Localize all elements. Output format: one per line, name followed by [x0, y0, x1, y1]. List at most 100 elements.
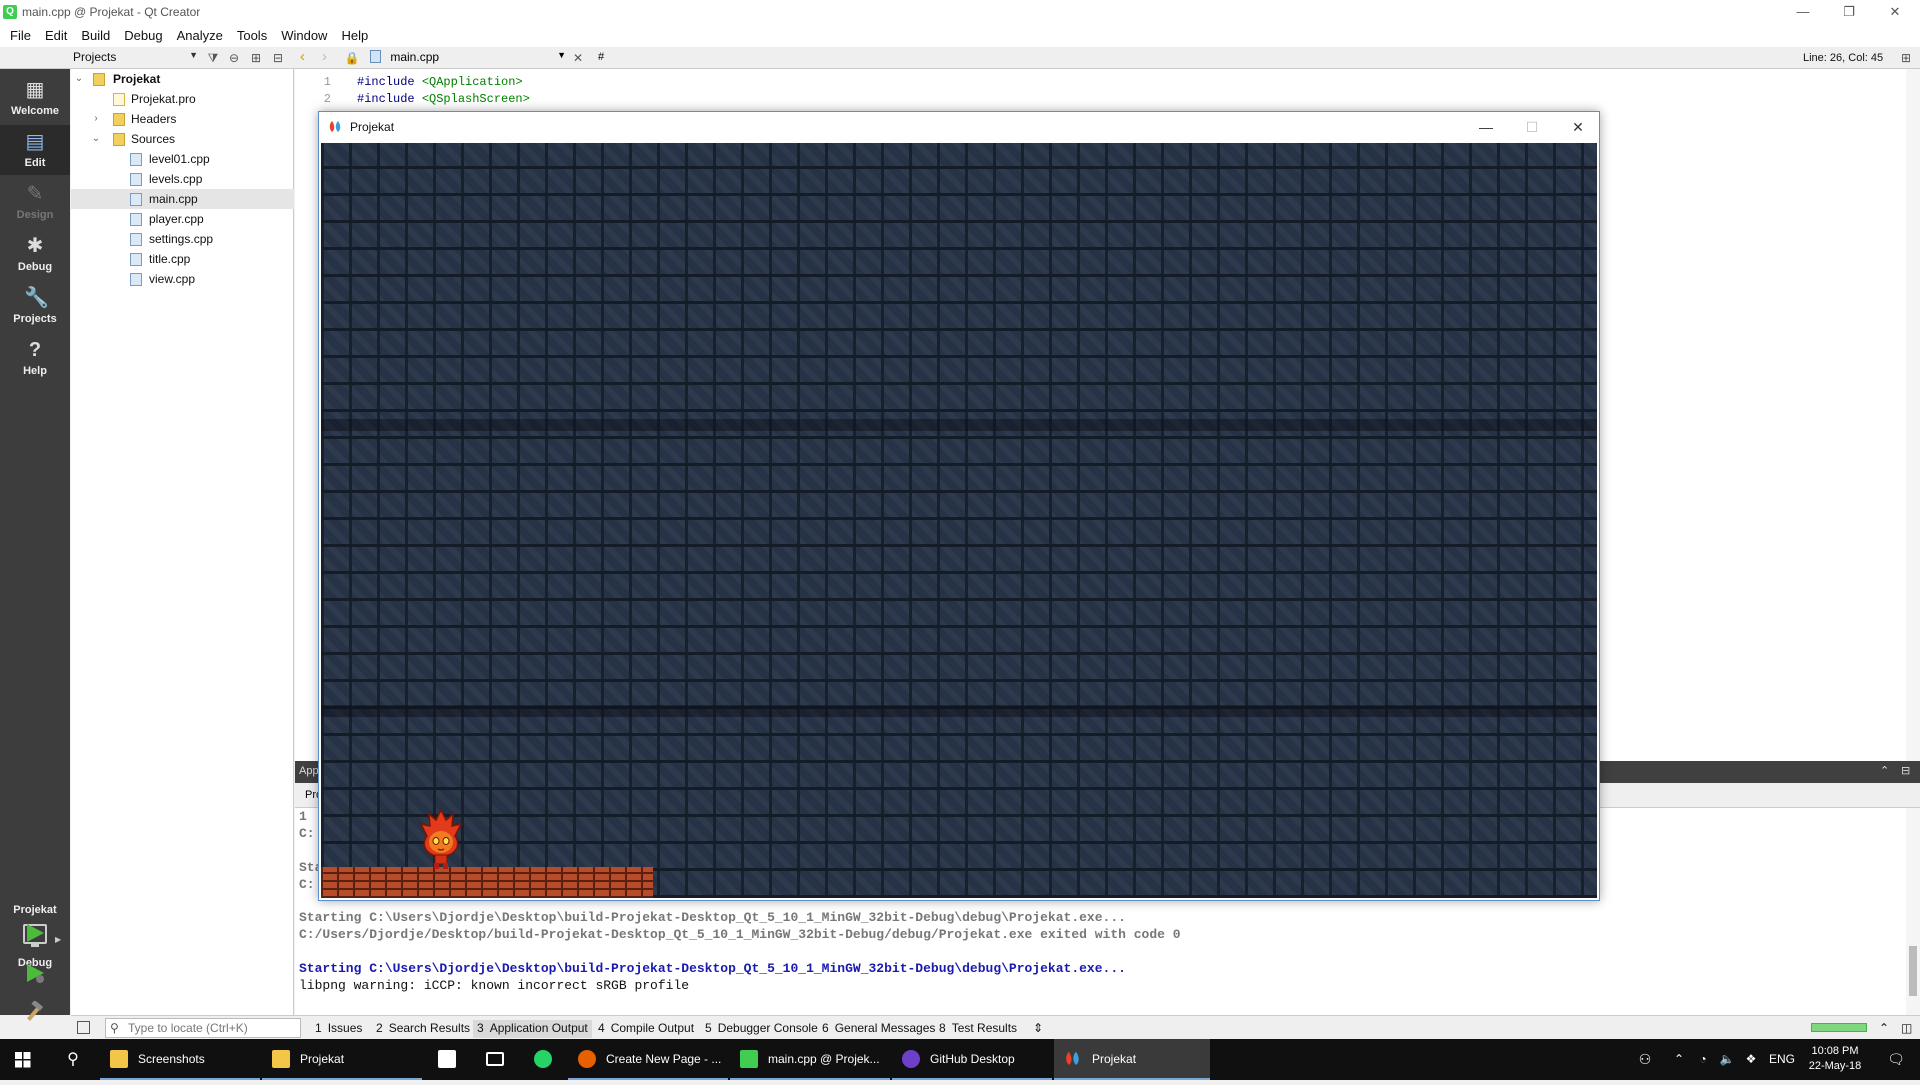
tree-project-root[interactable]: ⌄ Projekat [71, 69, 294, 89]
tree-headers-folder[interactable]: › Headers [71, 109, 294, 129]
expand-up-icon[interactable]: ⌃ [1875, 1020, 1893, 1038]
menu-window[interactable]: Window [274, 28, 334, 43]
menu-debug[interactable]: Debug [117, 28, 169, 43]
taskbar-qt-creator[interactable]: main.cpp @ Projek... [730, 1039, 890, 1080]
game-canvas[interactable] [321, 143, 1597, 898]
search-icon[interactable]: ⚲ [50, 1039, 96, 1080]
symbol-combo[interactable]: # [598, 51, 604, 63]
maximize-button[interactable]: ❐ [1826, 0, 1872, 23]
game-maximize-button[interactable]: ☐ [1509, 112, 1555, 142]
taskbar-projekat-game[interactable]: Projekat [1054, 1039, 1210, 1080]
tab-issues[interactable]: 1 Issues [311, 1020, 366, 1038]
project-icon [93, 73, 105, 86]
action-center-icon[interactable]: 🗨 [1876, 1039, 1916, 1080]
dropbox-icon[interactable]: ❖ [1740, 1039, 1762, 1080]
mode-projects[interactable]: 🔧 Projects [0, 281, 70, 331]
build-button[interactable] [24, 999, 46, 1023]
tree-label: title.cpp [149, 252, 191, 266]
tree-file-player[interactable]: player.cpp [71, 209, 294, 229]
game-app-icon [329, 121, 341, 132]
tree-pro-file[interactable]: Projekat.pro [71, 89, 294, 109]
toggle-right-sidebar-icon[interactable]: ◫ [1897, 1020, 1916, 1038]
back-arrow-icon[interactable]: ‹ [300, 49, 305, 65]
collapsed-chevron-icon[interactable]: › [91, 109, 101, 129]
mode-debug[interactable]: ✱ Debug [0, 229, 70, 279]
filter-icon[interactable]: ⧩ [205, 50, 221, 66]
locator-input[interactable]: ⚲ Type to locate (Ctrl+K) [105, 1018, 301, 1038]
game-close-button[interactable]: ✕ [1555, 112, 1601, 142]
mode-help[interactable]: ? Help [0, 333, 70, 383]
tree-file-levels[interactable]: levels.cpp [71, 169, 294, 189]
menu-build[interactable]: Build [74, 28, 117, 43]
run-button[interactable] [24, 922, 46, 944]
tab-label: Search Results [388, 1021, 471, 1035]
tree-file-view[interactable]: view.cpp [71, 269, 294, 289]
mode-welcome[interactable]: ▦ Welcome [0, 73, 70, 123]
tab-label: Issues [327, 1021, 363, 1035]
taskbar-projekat-folder[interactable]: Projekat [262, 1039, 422, 1080]
github-icon [902, 1050, 920, 1068]
scroll-thumb[interactable] [1909, 946, 1917, 996]
tab-number: 8 [939, 1021, 946, 1035]
close-pane-icon[interactable]: ⊟ [1901, 764, 1910, 777]
tree-sources-folder[interactable]: ⌄ Sources [71, 129, 294, 149]
tab-test-results[interactable]: 8 Test Results [935, 1020, 1021, 1038]
open-documents-combo[interactable]: main.cpp ▼ [370, 50, 566, 66]
start-button[interactable] [0, 1039, 46, 1080]
people-icon[interactable]: ⚇ [1630, 1039, 1660, 1080]
editor-scrollbar[interactable] [1906, 69, 1920, 761]
menu-analyze[interactable]: Analyze [170, 28, 230, 43]
expanded-chevron-icon[interactable]: ⌄ [91, 129, 101, 149]
debug-run-button[interactable] [24, 962, 46, 984]
mode-edit[interactable]: ▤ Edit [0, 125, 70, 175]
mode-design[interactable]: ✎ Design [0, 177, 70, 227]
tab-number: 1 [315, 1021, 322, 1035]
volume-icon[interactable]: 🔈 [1716, 1039, 1738, 1080]
tab-compile-output[interactable]: 4 Compile Output [594, 1020, 698, 1038]
language-indicator[interactable]: ENG [1764, 1039, 1800, 1080]
game-window[interactable]: Projekat — ☐ ✕ [318, 111, 1600, 901]
taskbar-store[interactable] [424, 1039, 470, 1080]
taskbar-github-desktop[interactable]: GitHub Desktop [892, 1039, 1052, 1080]
link-icon[interactable]: ⊖ [226, 50, 242, 66]
maximize-pane-icon[interactable]: ⌃ [1880, 764, 1889, 777]
grid-icon: ▦ [25, 79, 45, 101]
output-scrollbar[interactable] [1906, 808, 1920, 1015]
tab-search-results[interactable]: 2 Search Results [372, 1020, 474, 1038]
show-hidden-icons-chevron[interactable]: ⌃ [1668, 1039, 1690, 1080]
taskbar-screenshots[interactable]: Screenshots [100, 1039, 260, 1080]
toggle-sidebar-icon[interactable] [77, 1021, 90, 1034]
close-button[interactable]: ✕ [1872, 0, 1918, 23]
game-minimize-button[interactable]: — [1463, 112, 1509, 142]
menu-tools[interactable]: Tools [230, 28, 274, 43]
game-window-title: Projekat [350, 120, 395, 134]
menu-file[interactable]: File [3, 28, 38, 43]
taskbar-whatsapp[interactable] [520, 1039, 566, 1080]
split-icon[interactable]: ⊞ [248, 50, 264, 66]
menu-help[interactable]: Help [334, 28, 375, 43]
editor-toolbar: Projects ▼ ⧩ ⊖ ⊞ ⊟ ‹ › 🔒 main.cpp ▼ ✕ # … [0, 47, 1920, 69]
split-editor-icon[interactable]: ⊞ [1898, 50, 1914, 66]
close-document-icon[interactable]: ✕ [570, 50, 586, 66]
tab-general-messages[interactable]: 6 General Messages [818, 1020, 939, 1038]
taskbar-firefox[interactable]: Create New Page - ... [568, 1039, 728, 1080]
menu-edit[interactable]: Edit [38, 28, 74, 43]
network-icon[interactable]: ◔ [1692, 1039, 1714, 1080]
projects-view-combo[interactable]: Projects ▼ [73, 50, 198, 66]
game-window-title-bar[interactable]: Projekat — ☐ ✕ [319, 112, 1599, 142]
minimize-button[interactable]: — [1780, 0, 1826, 23]
tab-application-output[interactable]: 3 Application Output [473, 1020, 592, 1038]
tree-file-level01[interactable]: level01.cpp [71, 149, 294, 169]
taskbar-mail[interactable] [472, 1039, 518, 1080]
forward-arrow-icon[interactable]: › [322, 49, 327, 65]
tree-file-title[interactable]: title.cpp [71, 249, 294, 269]
more-tabs-icon[interactable]: ⇕ [1029, 1020, 1047, 1038]
tree-file-settings[interactable]: settings.cpp [71, 229, 294, 249]
expanded-chevron-icon[interactable]: ⌄ [74, 69, 84, 89]
close-sidebar-icon[interactable]: ⊟ [270, 50, 286, 66]
tab-debugger-console[interactable]: 5 Debugger Console [701, 1020, 822, 1038]
clock[interactable]: 10:08 PM 22-May-18 [1800, 1044, 1870, 1074]
tree-file-main[interactable]: main.cpp [71, 189, 294, 209]
folder-icon [272, 1050, 290, 1068]
taskbar-label: main.cpp @ Projek... [768, 1052, 880, 1066]
